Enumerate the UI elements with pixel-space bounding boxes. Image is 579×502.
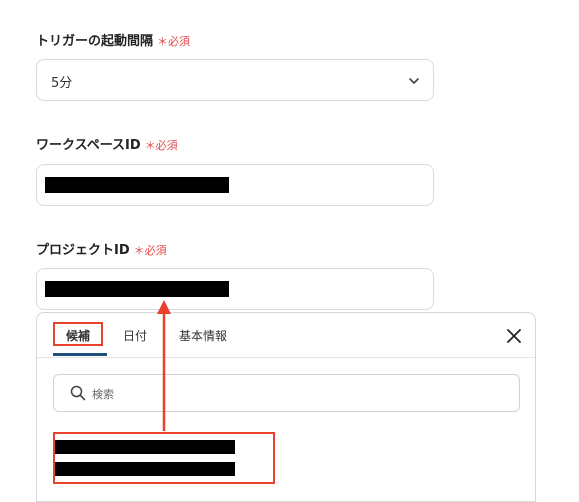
chevron-down-icon: [409, 78, 419, 84]
required-mark: ＊必須: [133, 244, 167, 257]
candidate-picker-panel: 候補 日付 基本情報 検索: [36, 312, 536, 502]
tab-date[interactable]: 日付: [123, 327, 147, 344]
search-placeholder: 検索: [92, 388, 114, 401]
project-id-label-text: プロジェクトID: [36, 243, 130, 258]
trigger-interval-select[interactable]: 5分: [36, 59, 434, 101]
redacted-value: [45, 177, 229, 193]
trigger-interval-label-text: トリガーの起動間隔: [36, 34, 154, 49]
project-id-label: プロジェクトID ＊必須: [36, 243, 167, 259]
picker-tabs: 候補 日付 基本情報: [37, 313, 535, 358]
tab-basic-info[interactable]: 基本情報: [179, 327, 227, 344]
required-mark: ＊必須: [157, 35, 191, 48]
active-tab-underline: [53, 353, 107, 356]
required-mark: ＊必須: [144, 139, 178, 152]
search-icon: [70, 385, 86, 401]
workspace-id-input[interactable]: [36, 164, 434, 206]
redacted-value: [45, 281, 229, 297]
project-id-input[interactable]: [36, 268, 434, 310]
tab-highlight-box: [53, 322, 103, 346]
search-input[interactable]: 検索: [53, 374, 520, 412]
trigger-interval-value: 5分: [51, 76, 73, 91]
workspace-id-label-text: ワークスペースID: [36, 138, 141, 153]
trigger-interval-label: トリガーの起動間隔 ＊必須: [36, 34, 190, 50]
candidates-highlight-box: [53, 432, 275, 484]
workspace-id-label: ワークスペースID ＊必須: [36, 138, 178, 154]
close-icon[interactable]: [505, 327, 523, 345]
